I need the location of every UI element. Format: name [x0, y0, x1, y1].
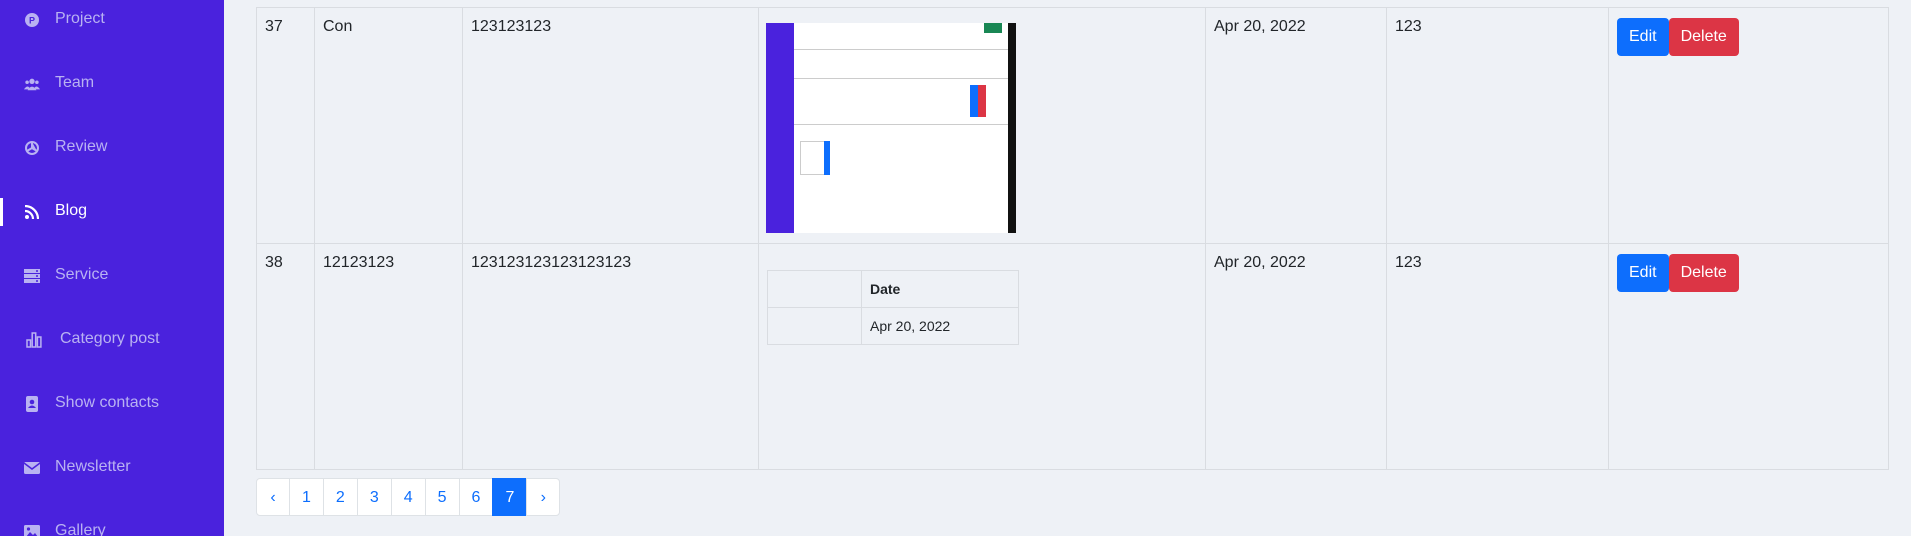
- pagination-page[interactable]: 5: [424, 478, 460, 516]
- sidebar-item-label: Category post: [60, 330, 160, 347]
- table-row: 38 12123123 123123123123123123 Date Apr …: [256, 243, 1889, 470]
- pagination-prev[interactable]: ‹: [256, 478, 290, 516]
- envelope-icon: [24, 460, 40, 476]
- cell-category: 123: [1386, 243, 1609, 470]
- sidebar-item-category-post[interactable]: Category post: [0, 320, 224, 360]
- thumbnail-pagination-active: [824, 141, 830, 175]
- cell-content: 123123123123123123: [462, 243, 759, 470]
- cell-image: [758, 7, 1206, 244]
- review-icon: [24, 140, 40, 156]
- cell-actions: Edit Delete: [1608, 243, 1889, 470]
- sidebar-item-label: Review: [55, 138, 108, 155]
- cell-image: Date Apr 20, 2022: [758, 243, 1206, 470]
- pagination: ‹ 1 2 3 4 5 6 7 ›: [256, 478, 561, 516]
- sidebar-item-newsletter[interactable]: Newsletter: [0, 448, 224, 488]
- cell-date: Apr 20, 2022: [1205, 243, 1387, 470]
- cell-date: Apr 20, 2022: [1205, 7, 1387, 244]
- sidebar-item-label: Blog: [55, 202, 88, 219]
- sidebar-item-review[interactable]: Review: [0, 128, 224, 168]
- sidebar-item-label: Show contacts: [55, 394, 160, 411]
- post-image-thumbnail: [766, 23, 1016, 233]
- pagination-page[interactable]: 4: [390, 478, 426, 516]
- delete-button[interactable]: Delete: [1668, 18, 1739, 56]
- edit-button[interactable]: Edit: [1617, 254, 1669, 292]
- sidebar-item-label: Service: [55, 266, 109, 283]
- thumbnail-delete-button: [978, 85, 986, 117]
- sidebar-item-label: Gallery: [55, 522, 106, 536]
- thumbnail-edit-button: [970, 85, 978, 117]
- sidebar: P Project Team Review Blog Service Categ…: [0, 0, 224, 536]
- mini-cell-blank: [767, 307, 862, 345]
- mini-cell-date: Apr 20, 2022: [861, 307, 1019, 345]
- svg-text:P: P: [29, 16, 35, 26]
- cell-title: Con: [314, 7, 463, 244]
- mini-header-blank: [767, 270, 862, 308]
- main-content: 37 Con 123123123 Apr 20, 2022 123 Edit D…: [224, 0, 1911, 536]
- thumbnail-divider: [794, 78, 1008, 79]
- pagination-next[interactable]: ›: [526, 478, 561, 516]
- pagination-page[interactable]: 2: [322, 478, 358, 516]
- pagination-page-current[interactable]: 7: [492, 478, 528, 516]
- delete-button[interactable]: Delete: [1668, 254, 1739, 292]
- sidebar-item-label: Newsletter: [55, 458, 131, 475]
- pagination-page[interactable]: 3: [356, 478, 392, 516]
- thumbnail-sidebar: [766, 23, 794, 233]
- thumbnail-divider: [794, 124, 1008, 125]
- pagination-page[interactable]: 1: [289, 478, 324, 516]
- blog-table: 37 Con 123123123 Apr 20, 2022 123 Edit D…: [256, 7, 1889, 470]
- sidebar-item-label: Project: [55, 10, 105, 27]
- pagination-page[interactable]: 6: [458, 478, 494, 516]
- project-icon: P: [24, 12, 40, 28]
- contacts-icon: [24, 396, 40, 412]
- cell-category: 123: [1386, 7, 1609, 244]
- thumbnail-divider: [794, 49, 1008, 50]
- thumbnail-dark-strip: [1008, 23, 1016, 233]
- image-icon: [24, 524, 40, 536]
- table-row: 37 Con 123123123 Apr 20, 2022 123 Edit D…: [256, 7, 1889, 244]
- sidebar-item-project[interactable]: P Project: [0, 0, 224, 40]
- service-icon: [24, 268, 40, 284]
- cell-id: 37: [256, 7, 315, 244]
- chart-bar-icon: [26, 332, 42, 348]
- sidebar-item-show-contacts[interactable]: Show contacts: [0, 384, 224, 424]
- post-image-screenshot: Date Apr 20, 2022: [767, 270, 1019, 345]
- rss-icon: [24, 204, 40, 220]
- cell-id: 38: [256, 243, 315, 470]
- sidebar-item-service[interactable]: Service: [0, 256, 224, 296]
- team-icon: [24, 76, 40, 92]
- thumbnail-button: [984, 23, 1002, 33]
- sidebar-item-gallery[interactable]: Gallery: [0, 512, 224, 536]
- sidebar-item-blog[interactable]: Blog: [0, 192, 224, 232]
- mini-header-date: Date: [861, 270, 1019, 308]
- sidebar-item-team[interactable]: Team: [0, 64, 224, 104]
- cell-content: 123123123: [462, 7, 759, 244]
- edit-button[interactable]: Edit: [1617, 18, 1669, 56]
- cell-title: 12123123: [314, 243, 463, 470]
- cell-actions: Edit Delete: [1608, 7, 1889, 244]
- sidebar-item-label: Team: [55, 74, 95, 91]
